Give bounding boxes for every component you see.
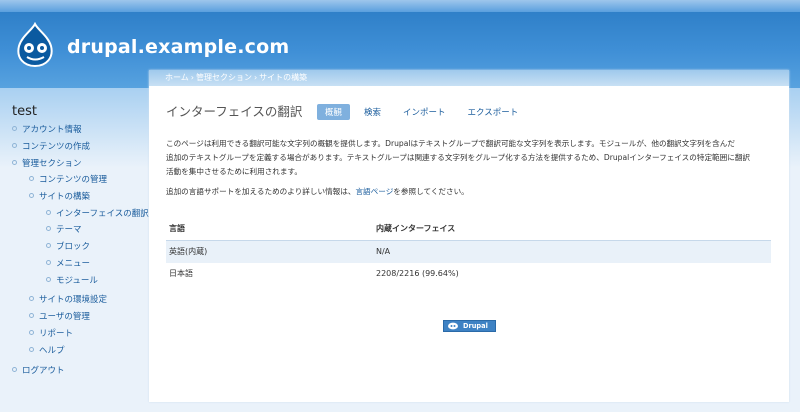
- tab-overview[interactable]: 概観: [317, 104, 351, 120]
- bullet-icon: [29, 193, 34, 198]
- sidebar-item-themes[interactable]: テーマ: [46, 225, 82, 236]
- sidebar-item-help[interactable]: ヘルプ: [29, 346, 65, 357]
- drupal-drop-icon: [448, 322, 458, 330]
- bullet-icon: [12, 126, 17, 131]
- breadcrumb-home[interactable]: ホーム: [165, 73, 189, 82]
- table-cell-progress: 2208/2216 (99.64%): [376, 269, 459, 278]
- bullet-icon: [29, 296, 34, 301]
- help-text: 追加の言語サポートを加えるためのより詳しい情報は、言語ページを参照してください。: [166, 186, 469, 197]
- language-table: 言語 内蔵インターフェイス 英語(内蔵) N/A 日本語 2208/2216 (…: [166, 218, 771, 285]
- bullet-icon: [29, 176, 34, 181]
- column-header-built-in: 内蔵インターフェイス: [376, 224, 456, 233]
- powered-by-label: Drupal: [463, 322, 488, 330]
- description-line: 追加のテキストグループを定義する場合があります。テキストグループは関連する文字列…: [166, 153, 751, 162]
- breadcrumb-separator: ›: [190, 73, 194, 82]
- sidebar-item-site-building[interactable]: サイトの構築: [29, 192, 90, 203]
- bullet-icon: [46, 210, 51, 215]
- sidebar-item-reports[interactable]: リポート: [29, 329, 73, 340]
- tab-search[interactable]: 検索: [356, 104, 389, 120]
- sidebar-item-site-configuration[interactable]: サイトの環境設定: [29, 295, 107, 306]
- bullet-icon: [12, 160, 17, 165]
- bullet-icon: [29, 330, 34, 335]
- main-content: ホーム › 管理セクション › サイトの構築 インターフェイスの翻訳 概観 検索 インポート…: [149, 70, 789, 402]
- sidebar-item-administer[interactable]: 管理セクション: [12, 159, 82, 170]
- sidebar-item-content-management[interactable]: コンテンツの管理: [29, 175, 107, 186]
- tab-export[interactable]: エクスポート: [460, 104, 527, 120]
- powered-by-drupal-badge[interactable]: Drupal: [443, 320, 496, 332]
- bullet-icon: [12, 367, 17, 372]
- sidebar-item-user-management[interactable]: ユーザの管理: [29, 312, 90, 323]
- header-top-band: [0, 0, 800, 12]
- breadcrumb: ホーム › 管理セクション › サイトの構築: [149, 70, 789, 86]
- table-cell-language: 日本語: [169, 269, 193, 278]
- help-text-after: を参照してください。: [393, 187, 469, 196]
- description-line: このページは利用できる翻訳可能な文字列の概観を提供します。Drupalはテキスト…: [166, 139, 735, 148]
- tab-import[interactable]: インポート: [395, 104, 454, 120]
- bullet-icon: [29, 313, 34, 318]
- sidebar-item-logout[interactable]: ログアウト: [12, 366, 65, 377]
- breadcrumb-separator: ›: [253, 73, 258, 82]
- sidebar-item-account[interactable]: アカウント情報: [12, 125, 82, 136]
- breadcrumb-administer[interactable]: 管理セクション: [196, 73, 252, 82]
- drupal-logo-icon[interactable]: [14, 22, 56, 68]
- sidebar-item-create-content[interactable]: コンテンツの作成: [12, 142, 90, 153]
- sidebar-item-translate-interface[interactable]: インターフェイスの翻訳: [46, 209, 149, 220]
- table-row: 英語(内蔵) N/A: [166, 241, 771, 263]
- table-cell-progress: N/A: [376, 247, 391, 256]
- site-name[interactable]: drupal.example.com: [67, 36, 289, 58]
- sidebar-item-menus[interactable]: メニュー: [46, 259, 90, 270]
- sidebar-title: test: [12, 104, 37, 119]
- breadcrumb-site-building[interactable]: サイトの構築: [259, 73, 307, 82]
- bullet-icon: [12, 143, 17, 148]
- column-header-language: 言語: [169, 224, 185, 233]
- bullet-icon: [29, 347, 34, 352]
- bullet-icon: [46, 226, 51, 231]
- table-header-row: 言語 内蔵インターフェイス: [166, 218, 771, 241]
- bullet-icon: [46, 243, 51, 248]
- language-page-link[interactable]: 言語ページ: [355, 187, 393, 196]
- help-text-before: 追加の言語サポートを加えるためのより詳しい情報は、: [166, 187, 356, 196]
- sidebar-item-blocks[interactable]: ブロック: [46, 242, 90, 253]
- description-line: 活動を集中させるために利用されます。: [166, 167, 302, 176]
- bullet-icon: [46, 260, 51, 265]
- description: このページは利用できる翻訳可能な文字列の概観を提供します。Drupalはテキスト…: [166, 137, 776, 179]
- table-cell-language: 英語(内蔵): [169, 247, 208, 256]
- tab-bar: 概観 検索 インポート エクスポート: [317, 104, 532, 120]
- page-title: インターフェイスの翻訳: [166, 104, 303, 119]
- sidebar-item-modules[interactable]: モジュール: [46, 276, 98, 287]
- table-row: 日本語 2208/2216 (99.64%): [166, 263, 771, 285]
- bullet-icon: [46, 277, 51, 282]
